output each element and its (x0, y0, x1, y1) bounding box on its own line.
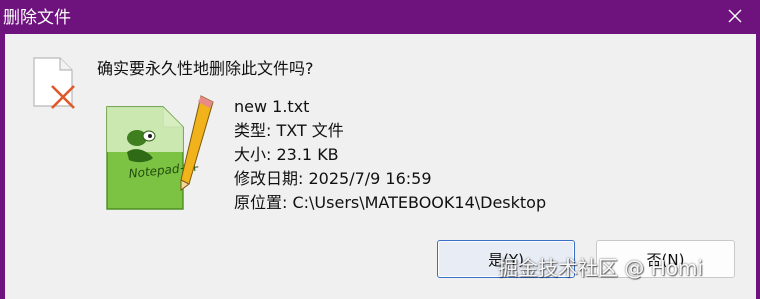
file-modified: 修改日期: 2025/7/9 16:59 (234, 169, 432, 188)
watermark: 掘金技术社区 @ Homi (498, 256, 704, 280)
file-details: new 1.txt 类型: TXT 文件 大小: 23.1 KB 修改日期: 2… (234, 95, 546, 215)
file-type: 类型: TXT 文件 (234, 121, 344, 140)
title-bar[interactable]: 删除文件 (0, 0, 760, 34)
confirm-question: 确实要永久性地删除此文件吗? (97, 59, 314, 78)
delete-file-dialog: 删除文件 确实要永久性地删除此文件吗? Notepad++ new 1.txt … (0, 0, 760, 299)
file-size: 大小: 23.1 KB (234, 145, 339, 164)
close-button[interactable] (720, 2, 750, 30)
close-icon (728, 9, 742, 23)
file-name: new 1.txt (234, 97, 310, 116)
window-title: 删除文件 (3, 8, 71, 28)
notepad-plus-plus-file-icon: Notepad++ (106, 95, 214, 210)
file-location: 原位置: C:\Users\MATEBOOK14\Desktop (234, 193, 547, 212)
document-delete-icon (33, 57, 75, 109)
